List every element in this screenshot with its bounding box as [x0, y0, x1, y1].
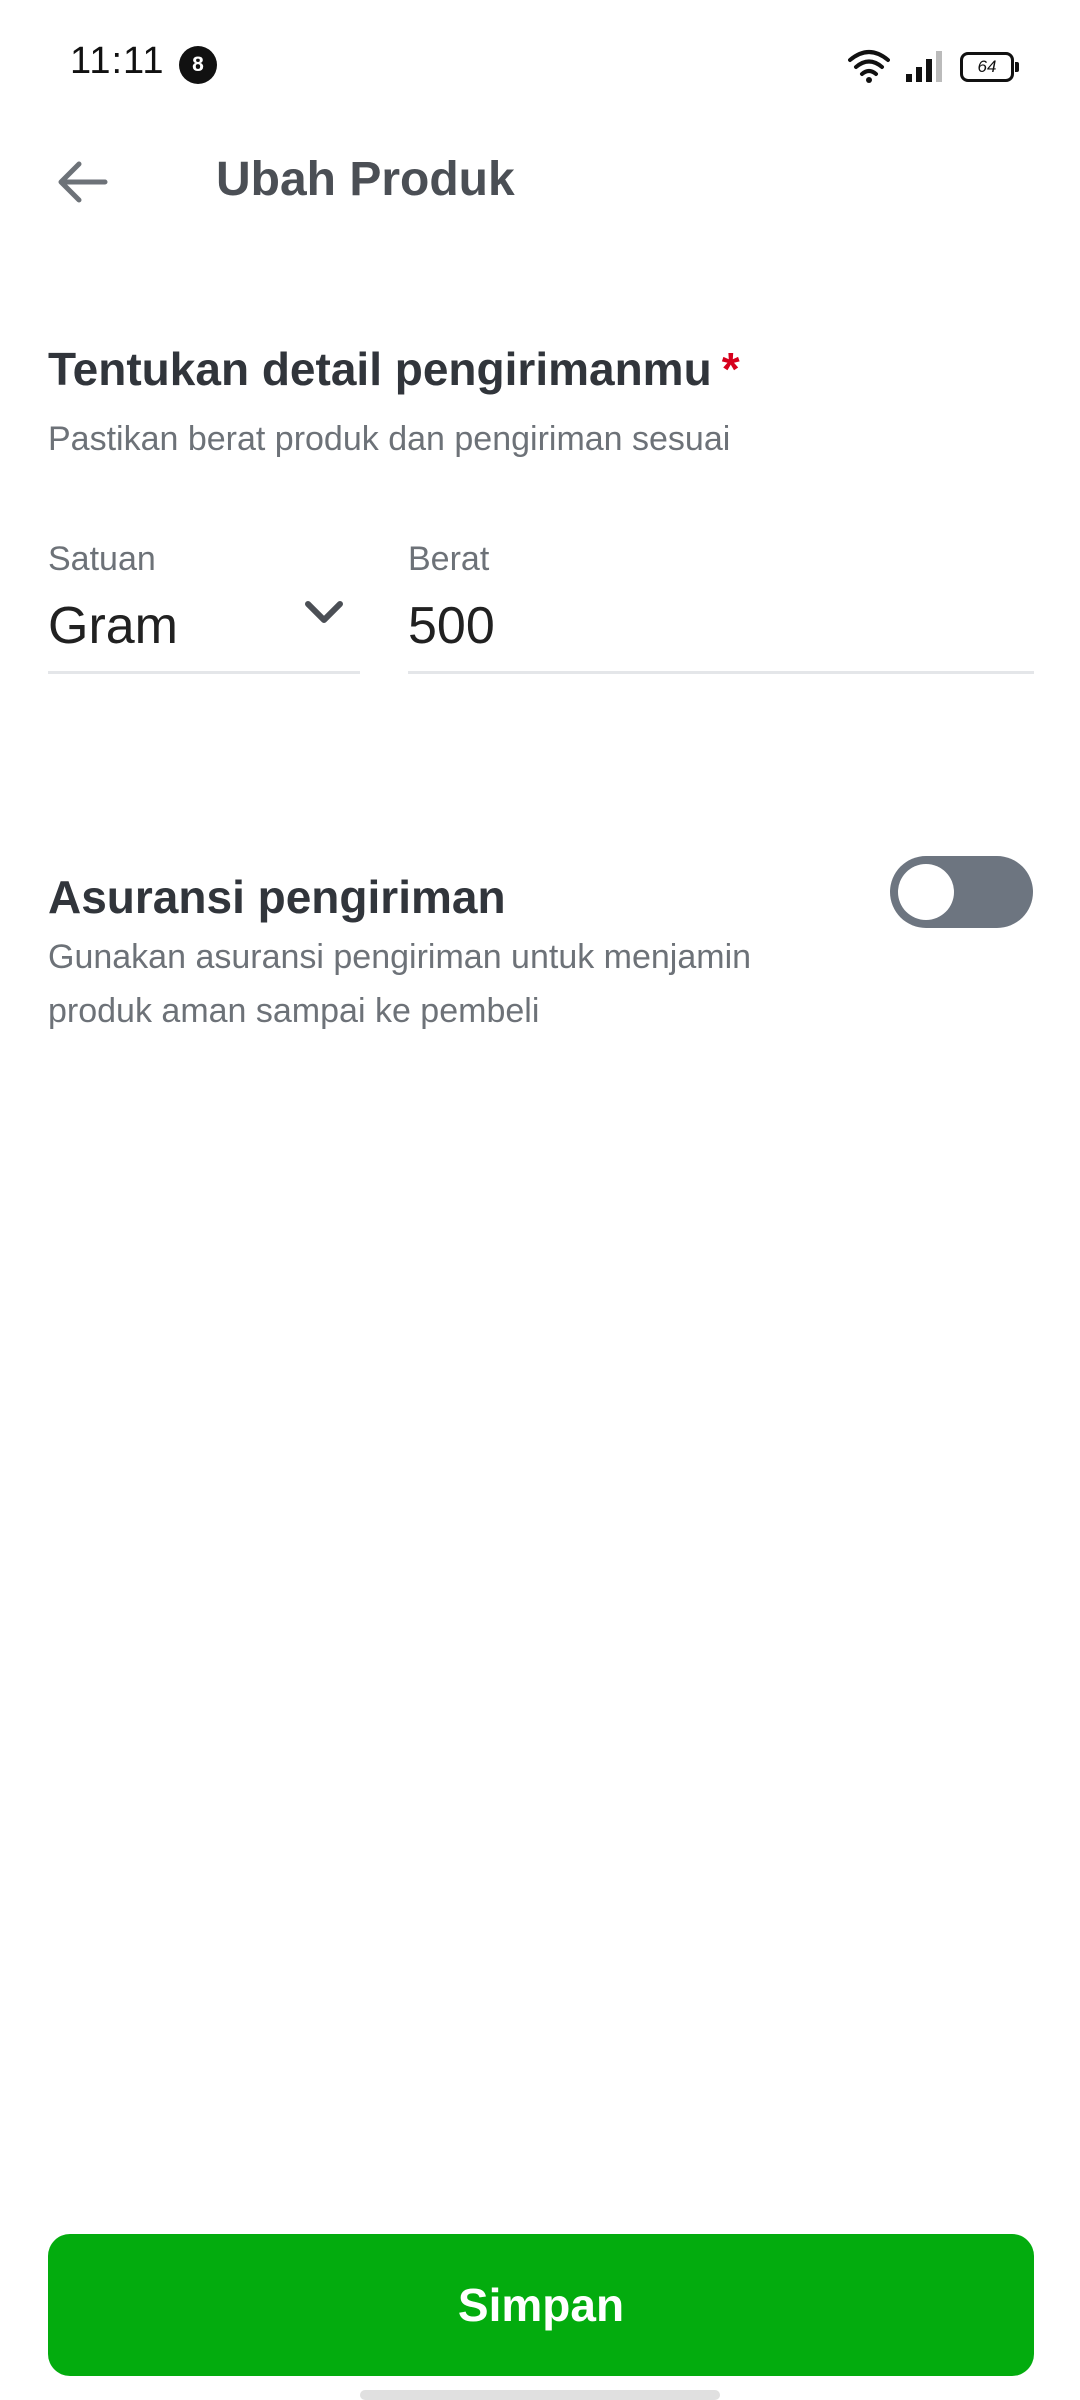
chevron-down-icon [305, 601, 343, 623]
arrow-left-icon [58, 161, 108, 203]
weight-value: 500 [408, 597, 495, 655]
unit-underline [48, 671, 360, 674]
shipping-section-title: Tentukan detail pengirimanmu * [48, 342, 740, 396]
back-button[interactable] [40, 140, 124, 224]
battery-icon: 64 [960, 52, 1019, 82]
page-title: Ubah Produk [216, 153, 515, 206]
signal-icon [906, 51, 942, 82]
app-header: Ubah Produk [0, 130, 1080, 230]
wifi-icon [848, 50, 890, 83]
shipping-title-text: Tentukan detail pengirimanmu [48, 343, 712, 395]
weight-label: Berat [408, 540, 490, 578]
home-indicator [360, 2390, 720, 2400]
insurance-title: Asuransi pengiriman [48, 871, 506, 923]
save-button[interactable]: Simpan [48, 2234, 1034, 2376]
weight-underline [408, 671, 1034, 674]
shipping-subtitle: Pastikan berat produk dan pengiriman ses… [48, 420, 731, 458]
toggle-knob [898, 864, 954, 920]
screen: 11:11 8 64 Ubah Produk Tentukan detail p… [0, 0, 1080, 2400]
insurance-toggle[interactable] [890, 856, 1033, 928]
notification-badge: 8 [179, 46, 217, 84]
required-mark: * [721, 343, 740, 395]
status-time: 11:11 [70, 40, 165, 82]
insurance-description: Gunakan asuransi pengiriman untuk menjam… [48, 938, 752, 1030]
unit-select[interactable]: Satuan Gram [48, 540, 360, 675]
unit-value: Gram [48, 597, 178, 655]
status-bar: 11:11 8 64 [0, 0, 1080, 130]
unit-label: Satuan [48, 540, 156, 578]
weight-input[interactable]: Berat 500 [408, 540, 1034, 675]
